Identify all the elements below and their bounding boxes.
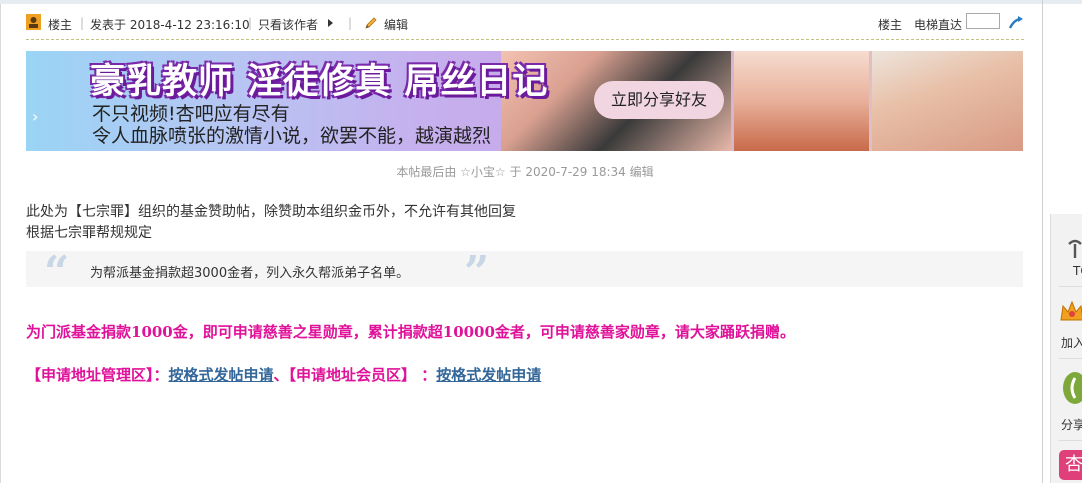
banner-photo <box>734 51 869 151</box>
only-author-link[interactable]: 只看该作者 <box>258 16 318 33</box>
open-quote-icon: “ <box>44 247 70 298</box>
apply-separator: 、 <box>273 366 289 384</box>
elevator-input[interactable] <box>966 13 1000 29</box>
banner-title: 豪乳教师 淫徒修真 屌丝日记 <box>90 62 549 102</box>
quote-block: “ 为帮派基金捐款超3000金者，列入永久帮派弟子名单。 ” <box>26 247 1023 298</box>
content-line-1: 此处为【七宗罪】组织的基金赞助帖，除赞助本组织金币外，不允许有其他回复 <box>26 204 516 220</box>
quote-text: 为帮派基金捐款超3000金者，列入永久帮派弟子名单。 <box>90 266 410 281</box>
divider <box>1059 358 1082 359</box>
apply-admin-label: 【申请地址管理区】： <box>26 366 169 384</box>
divider: | <box>348 16 353 30</box>
content-right-border <box>1042 0 1043 483</box>
side-label: 加入 <box>1061 336 1082 350</box>
divider <box>1059 286 1082 287</box>
side-label: TO <box>1073 264 1082 278</box>
post-header: 楼主 | 发表于 2018-4-12 23:16:10 | 只看该作者 | 编辑… <box>26 10 1024 40</box>
divider: | <box>248 16 253 30</box>
top-bar <box>0 0 1082 4</box>
apply-line: 【申请地址管理区】：按格式发帖申请、【申请地址会员区】 ：按格式发帖申请 <box>26 364 541 385</box>
edit-note: 本帖最后由 ☆小宝☆ 于 2020-7-29 18:34 编辑 <box>396 165 654 179</box>
post-time: 发表于 2018-4-12 23:16:10 <box>90 18 250 32</box>
side-panel: TO 加入 分享 杏 <box>1050 214 1082 483</box>
author-icon <box>26 14 41 30</box>
pencil-icon[interactable] <box>364 16 378 30</box>
edit-link[interactable]: 编辑 <box>384 16 408 33</box>
share-button[interactable]: 立即分享好友 <box>594 81 724 119</box>
back-to-top-button[interactable]: TO <box>1051 228 1082 284</box>
apply-admin-link[interactable]: 按格式发帖申请 <box>169 366 274 384</box>
triangle-right-icon[interactable] <box>328 19 333 27</box>
app-button[interactable]: 杏 <box>1051 446 1082 483</box>
apply-member-label: 【申请地址会员区】 ： <box>288 366 437 384</box>
banner-photo <box>872 51 1023 151</box>
share-side-button[interactable]: 分享 <box>1051 364 1082 436</box>
donation-notice: 为门派基金捐款1000金，即可申请慈善之星勋章，累计捐款超10000金者，可申请… <box>26 323 795 341</box>
join-button[interactable]: 加入 <box>1051 292 1082 354</box>
apply-member-link[interactable]: 按格式发帖申请 <box>436 366 541 384</box>
floor-label: 楼主 <box>878 18 903 32</box>
ad-banner[interactable]: › 豪乳教师 淫徒修真 屌丝日记 不只视频!杏吧应有尽有 令人血脉喷张的激情小说… <box>26 51 1023 151</box>
left-border <box>0 4 1 483</box>
header-separator <box>26 39 1024 40</box>
banner-arrow-icon: › <box>32 107 39 126</box>
divider: | <box>80 16 85 30</box>
content-line-2: 根据七宗罪帮规规定 <box>26 225 152 241</box>
banner-line2: 令人血脉喷张的激情小说，欲罢不能，越演越烈 <box>92 125 492 147</box>
go-arrow-icon[interactable] <box>1008 16 1024 30</box>
close-quote-icon: ” <box>464 247 490 298</box>
elevator-label: 电梯直达 <box>914 18 963 32</box>
side-label: 分享 <box>1061 418 1082 432</box>
author-role: 楼主 <box>48 18 73 32</box>
xing-app-icon: 杏 <box>1059 450 1082 480</box>
divider <box>1059 440 1082 441</box>
